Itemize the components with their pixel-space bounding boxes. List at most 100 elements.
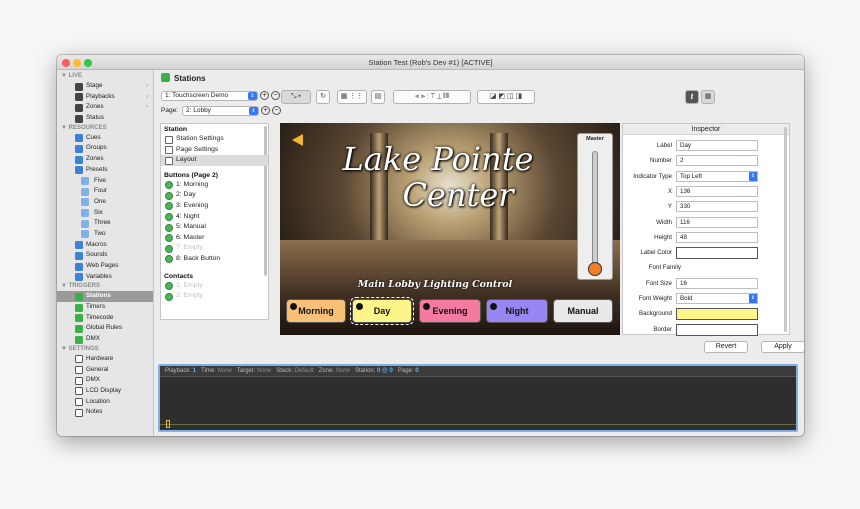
align-tools-button[interactable]: ⫷ ⫸ ⫶ ⊤ ⊥ ▥ <box>393 90 471 104</box>
inspector-toggle-icon[interactable]: i <box>685 90 699 104</box>
sidebar-item-zones[interactable]: Zones › <box>57 102 153 113</box>
sidebar-item-web-pages[interactable]: Web Pages <box>57 261 153 272</box>
page-select[interactable]: 2: Lobby ⇕ <box>182 106 259 116</box>
tree-item[interactable]: 4: Night <box>161 212 268 223</box>
sidebar-item-timers[interactable]: Timers <box>57 302 153 313</box>
color-swatch[interactable] <box>676 308 758 321</box>
tree-item[interactable]: Page Settings <box>161 145 268 156</box>
sidebar-item-dmx[interactable]: DMX <box>57 334 153 345</box>
sidebar-item-four[interactable]: Four <box>57 186 153 197</box>
sidebar-item-five[interactable]: Five <box>57 176 153 187</box>
tree-item[interactable]: 1: Empty <box>161 281 268 292</box>
tree-item-label: 2: Empty <box>176 292 203 300</box>
sidebar-item-macros[interactable]: Macros <box>57 240 153 251</box>
sidebar-item-status[interactable]: Status <box>57 113 153 124</box>
inspector-title: Inspector <box>623 124 789 135</box>
remove-page-button[interactable]: − <box>272 106 281 115</box>
add-page-button[interactable]: + <box>261 106 270 115</box>
inspector-select[interactable]: Bold ⇕ <box>676 293 758 304</box>
sidebar-item-stage[interactable]: Stage › <box>57 81 153 92</box>
tree-item[interactable]: 6: Master <box>161 233 268 244</box>
color-swatch[interactable] <box>676 323 758 336</box>
station-button-night[interactable]: Night <box>486 299 548 323</box>
tree-item[interactable]: Station Settings <box>161 134 268 145</box>
chevron-updown-icon: ⇕ <box>248 92 257 100</box>
sidebar-item-label: Hardware <box>86 354 114 362</box>
sidebar-item-groups[interactable]: Groups <box>57 143 153 154</box>
master-fader[interactable]: Master <box>577 133 613 280</box>
sidebar-item-one[interactable]: One <box>57 197 153 208</box>
sidebar-item-location[interactable]: Location <box>57 397 153 408</box>
inspector-input[interactable]: 16 <box>676 277 758 289</box>
station-select[interactable]: 1: Touchscreen Demo ⇕ <box>161 91 258 101</box>
sidebar-item-dmx[interactable]: DMX <box>57 375 153 386</box>
sidebar-item-three[interactable]: Three <box>57 218 153 229</box>
tree-item[interactable]: 5: Manual <box>161 222 268 233</box>
sidebar-item-notes[interactable]: Notes <box>57 407 153 418</box>
sidebar-item-timecode[interactable]: Timecode <box>57 313 153 324</box>
inspector-input[interactable]: 116 <box>676 216 758 228</box>
sidebar-item-two[interactable]: Two <box>57 229 153 240</box>
sidebar-item-label: Stations <box>86 292 111 300</box>
select-tool-button[interactable]: ⤡ ▸ <box>281 90 311 104</box>
sidebar-item-playbacks[interactable]: Playbacks › <box>57 92 153 103</box>
playbacks-icon <box>75 93 83 102</box>
sidebar-item-hardware[interactable]: Hardware <box>57 354 153 365</box>
sidebar-item-sounds[interactable]: Sounds <box>57 250 153 261</box>
sidebar-item-six[interactable]: Six <box>57 208 153 219</box>
preset-icon <box>81 219 89 228</box>
sidebar-item-stations[interactable]: Stations <box>57 291 153 303</box>
tree-item[interactable]: Layout <box>161 155 268 166</box>
tree-item[interactable]: 2: Day <box>161 190 268 201</box>
color-swatch[interactable] <box>676 247 758 260</box>
arrange-tools-button[interactable]: ◪ ◩ ◫ ◨ <box>477 90 535 104</box>
sidebar-section-header[interactable]: ▼ TRIGGERS <box>57 282 153 291</box>
add-station-button[interactable]: + <box>260 91 269 100</box>
sidebar-item-presets[interactable]: Presets <box>57 165 153 176</box>
refresh-icon[interactable]: ↻ <box>316 90 330 104</box>
trash-icon[interactable]: ▤ <box>371 90 385 104</box>
sidebar-item-global-rules[interactable]: Global Rules <box>57 323 153 334</box>
inspector-input[interactable]: 330 <box>676 201 758 213</box>
page-title-label: Stations <box>174 74 206 83</box>
sidebar-item-variables[interactable]: Variables <box>57 272 153 283</box>
remove-station-button[interactable]: − <box>271 91 280 100</box>
minimize-window-button[interactable] <box>73 58 81 67</box>
sidebar-item-general[interactable]: General <box>57 365 153 376</box>
fader-knob[interactable] <box>588 262 602 276</box>
sidebar-item-lcd-display[interactable]: LCD Display <box>57 386 153 397</box>
inspector-field-label: Height <box>654 233 672 241</box>
apply-button[interactable]: Apply <box>761 341 804 353</box>
grid-tools-button[interactable]: ▦ ⋮⋮ <box>337 90 367 104</box>
sidebar-section-header[interactable]: ▼ LIVE <box>57 72 153 81</box>
station-button-morning[interactable]: Morning <box>286 299 346 323</box>
inspector-input[interactable]: 136 <box>676 185 758 197</box>
inspector-input[interactable]: 48 <box>676 231 758 243</box>
sidebar-section-header[interactable]: ▼ SETTINGS <box>57 345 153 354</box>
inspector-field-value: 2 <box>680 157 684 165</box>
tree-item[interactable]: 1: Morning <box>161 180 268 191</box>
tree-item[interactable]: 2: Empty <box>161 291 268 302</box>
revert-button[interactable]: Revert <box>704 341 748 353</box>
sidebar-item-cues[interactable]: Cues <box>57 133 153 144</box>
station-button-day[interactable]: Day <box>350 297 414 325</box>
sidebar-item-label: Two <box>94 229 106 237</box>
station-button-evening[interactable]: Evening <box>419 299 481 323</box>
console-panel[interactable]: Playback: 1 Time: None Target: None Stac… <box>158 364 798 432</box>
sidebar-item-zones[interactable]: Zones <box>57 154 153 165</box>
inspector-select[interactable]: Top Left ⇕ <box>676 170 758 182</box>
tree-item[interactable]: 8: Back Button <box>161 254 268 265</box>
sidebar-section-header[interactable]: ▼ RESOURCES <box>57 124 153 133</box>
close-window-button[interactable] <box>62 58 70 67</box>
layout-canvas[interactable]: Lake Pointe Center Main Lobby Lighting Co… <box>280 123 620 335</box>
tree-item[interactable]: 7: Empty <box>161 243 268 254</box>
sounds-icon <box>75 251 83 260</box>
grid-view-icon[interactable]: ▦ <box>701 90 715 104</box>
tree-item[interactable]: 3: Evening <box>161 201 268 212</box>
zoom-window-button[interactable] <box>84 58 92 67</box>
inspector-input[interactable]: Day <box>676 140 758 151</box>
back-arrow-icon[interactable] <box>292 134 303 146</box>
console-cursor[interactable] <box>166 420 170 428</box>
inspector-input[interactable]: 2 <box>676 155 758 167</box>
station-button-manual[interactable]: Manual <box>553 299 613 323</box>
